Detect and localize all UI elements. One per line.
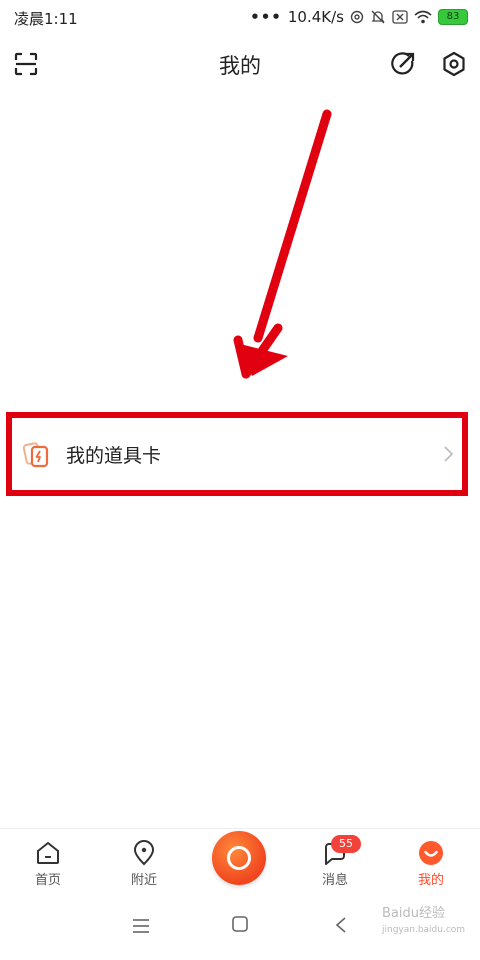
signal-dots-icon: ••• <box>250 8 282 26</box>
location-pin-icon <box>133 840 155 866</box>
watermark-text: Baidu经验 <box>382 906 445 921</box>
messages-badge: 55 <box>331 835 361 853</box>
settings-icon[interactable] <box>440 50 468 78</box>
sim-off-icon <box>392 10 408 24</box>
record-icon <box>227 846 251 870</box>
status-bar: 凌晨1:11 ••• 10.4K/s 83 <box>0 0 480 36</box>
tab-messages-label: 消息 <box>321 873 348 888</box>
hotspot-icon <box>350 10 364 24</box>
home-square-icon[interactable] <box>231 915 249 933</box>
tab-messages[interactable]: 55 消息 <box>295 829 375 897</box>
center-camera-button[interactable] <box>212 831 266 885</box>
tab-mine-label: 我的 <box>417 873 444 888</box>
mine-active-icon <box>419 841 443 865</box>
tab-home-label: 首页 <box>34 873 61 888</box>
menu-icon[interactable] <box>132 918 150 934</box>
wifi-icon <box>414 10 432 24</box>
network-speed: 10.4K/s <box>287 8 344 26</box>
home-icon <box>37 841 59 864</box>
bottom-tab-bar: 首页 附近 55 消息 我的 <box>0 828 480 897</box>
tab-home[interactable]: 首页 <box>8 829 88 897</box>
watermark: Baidu经验 jingyan.baidu.com <box>382 906 465 938</box>
tab-mine[interactable]: 我的 <box>391 829 471 897</box>
tab-nearby[interactable]: 附近 <box>104 829 184 897</box>
status-time: 凌晨1:11 <box>14 10 78 28</box>
share-icon[interactable] <box>389 50 417 78</box>
annotation-arrow-icon <box>233 109 332 379</box>
battery-icon: 83 <box>438 9 468 25</box>
back-icon[interactable] <box>334 916 348 934</box>
mute-icon <box>371 10 385 24</box>
tab-nearby-label: 附近 <box>130 873 157 888</box>
watermark-url: jingyan.baidu.com <box>382 925 466 935</box>
annotation-highlight-box <box>6 412 468 496</box>
status-indicators: ••• 10.4K/s 83 <box>250 8 468 26</box>
header-bar: 我的 <box>0 40 480 88</box>
